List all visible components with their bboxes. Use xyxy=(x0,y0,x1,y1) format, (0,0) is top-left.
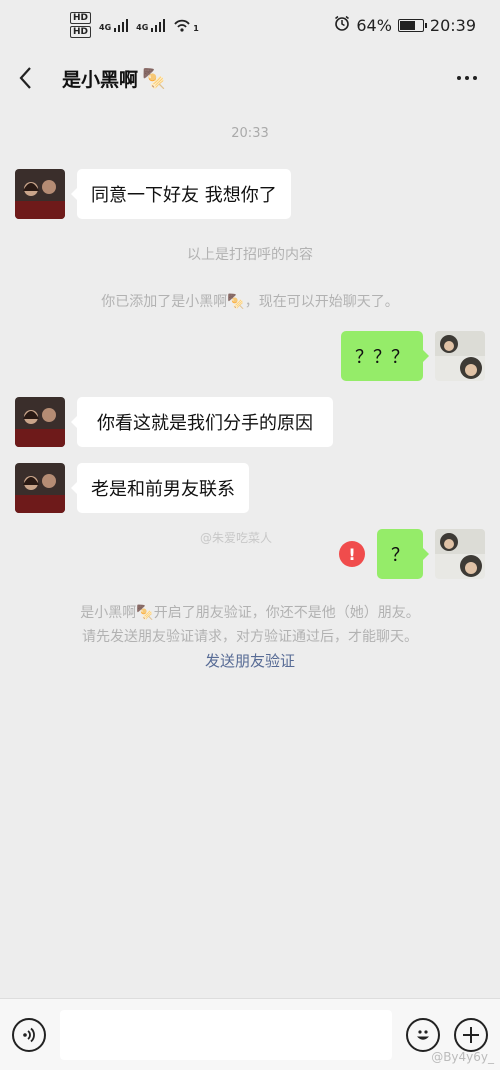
plus-icon xyxy=(463,1026,479,1043)
hd-badge: HD xyxy=(70,26,92,38)
alarm-icon xyxy=(334,15,350,35)
battery-percent: 64% xyxy=(356,15,392,35)
contact-avatar[interactable] xyxy=(15,463,65,513)
more-options-button[interactable] xyxy=(452,76,482,80)
system-note-added: 你已添加了是小黑啊🍢，现在可以开始聊天了。 xyxy=(0,291,500,311)
status-right: 64% 20:39 xyxy=(334,15,476,35)
battery-icon xyxy=(397,18,427,32)
status-bar: HD HD 4G 4G 1 64% 20:39 xyxy=(0,0,500,50)
message-row-outgoing: ？？？ xyxy=(341,331,485,381)
skewer-emoji: 🍢 xyxy=(142,67,166,90)
hd-indicators: HD HD xyxy=(70,12,92,38)
watermark: @朱爱吃菜人 xyxy=(200,531,273,545)
contact-name: 是小黑啊 xyxy=(62,68,139,91)
message-input[interactable] xyxy=(60,1009,392,1060)
message-row-incoming: 同意一下好友 我想你了 xyxy=(15,169,291,219)
system-note-text: ，现在可以开始聊天了。 xyxy=(244,294,399,310)
send-friend-verification-link[interactable]: 发送朋友验证 xyxy=(205,652,295,670)
verification-notice-link-row: 发送朋友验证 xyxy=(0,650,500,671)
back-arrow-icon xyxy=(19,67,31,89)
chat-timestamp: 20:33 xyxy=(231,126,269,141)
verification-notice-line2: 请先发送朋友验证请求，对方验证通过后，才能聊天。 xyxy=(82,629,418,645)
wifi-badge: 1 xyxy=(193,24,199,33)
send-failed-icon[interactable]: ! xyxy=(339,541,365,567)
emoji-button[interactable] xyxy=(406,1017,440,1052)
message-bubble[interactable]: 你看这就是我们分手的原因 xyxy=(71,397,333,447)
skewer-emoji: 🍢 xyxy=(227,294,245,310)
skewer-emoji: 🍢 xyxy=(136,605,154,621)
hd-badge: HD xyxy=(70,12,92,24)
message-row-outgoing-failed: ! ？ xyxy=(339,529,485,579)
verification-notice-line1: 是小黑啊🍢开启了朋友验证，你还不是他（她）朋友。 xyxy=(0,602,500,622)
voice-input-button[interactable] xyxy=(12,1017,46,1052)
status-left: HD HD 4G 4G 1 xyxy=(70,12,200,38)
network-type-label: 4G xyxy=(136,22,149,32)
chat-header: 是小黑啊 🍢 xyxy=(0,50,500,106)
page-title: 是小黑啊 🍢 xyxy=(62,65,166,92)
more-functions-button[interactable] xyxy=(454,1017,488,1052)
message-bubble[interactable]: ？？？ xyxy=(341,331,429,381)
message-bubble[interactable]: 老是和前男友联系 xyxy=(71,463,249,513)
smiley-icon xyxy=(417,1029,429,1040)
my-avatar[interactable] xyxy=(435,529,485,579)
message-row-incoming: 你看这就是我们分手的原因 xyxy=(15,397,333,447)
message-row-incoming: 老是和前男友联系 xyxy=(15,463,249,513)
back-button[interactable] xyxy=(18,63,48,93)
system-note-text: 你已添加了是小黑啊 xyxy=(101,294,228,310)
system-note-greeting: 以上是打招呼的内容 xyxy=(187,247,313,263)
wifi-icon: 1 xyxy=(173,17,200,33)
message-bubble[interactable]: 同意一下好友 我想你了 xyxy=(71,169,291,219)
voice-icon xyxy=(23,1027,35,1042)
system-note-text: 是小黑啊 xyxy=(80,605,137,621)
watermark: @By4y6y_ xyxy=(431,1050,494,1064)
clock-time: 20:39 xyxy=(429,15,476,35)
signal-icon: 4G xyxy=(136,18,166,32)
message-bubble[interactable]: ？ xyxy=(377,529,429,579)
signal-icon: 4G xyxy=(99,18,129,32)
my-avatar[interactable] xyxy=(435,331,485,381)
input-bar xyxy=(0,998,500,1070)
system-note-text: 开启了朋友验证，你还不是他（她）朋友。 xyxy=(153,605,420,621)
contact-avatar[interactable] xyxy=(15,169,65,219)
network-type-label: 4G xyxy=(99,22,112,32)
contact-avatar[interactable] xyxy=(15,397,65,447)
